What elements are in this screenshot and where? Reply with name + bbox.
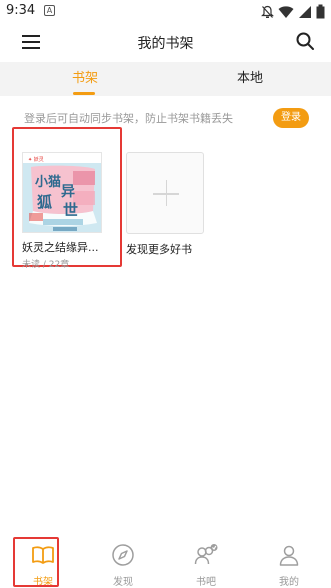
- page-title: 我的书架: [137, 36, 194, 52]
- battery-icon: [316, 4, 325, 19]
- sync-tip-text: 登录后可自动同步书架，防止书架书籍丢失: [24, 112, 233, 125]
- tab-local[interactable]: 本地: [195, 62, 305, 96]
- login-button[interactable]: 登录: [273, 108, 309, 128]
- status-icons: [261, 4, 325, 19]
- notification-letter-icon: A: [44, 5, 55, 16]
- nav-label-discover: 发现: [113, 577, 133, 588]
- svg-text:✦ 妖灵: ✦ 妖灵: [28, 156, 44, 163]
- book-title: 妖灵之结缘异...: [22, 241, 99, 254]
- book-cover: ✦ 妖灵 小猫 狐 异 世: [22, 152, 102, 233]
- notifications-off-icon: [261, 5, 274, 18]
- group-chat-icon: [194, 544, 218, 565]
- signal-icon: [299, 5, 311, 18]
- book-item[interactable]: ✦ 妖灵 小猫 狐 异 世 妖灵之结缘异... 未读 / 22章: [22, 152, 102, 270]
- nav-item-forum[interactable]: 书吧: [175, 535, 237, 588]
- status-bar: 9:34 A: [0, 0, 331, 24]
- cover-char-3: 异: [61, 184, 75, 200]
- cover-char-4: 世: [63, 201, 79, 219]
- tab-bar: 书架 本地: [0, 62, 331, 96]
- nav-label-mine: 我的: [279, 577, 299, 588]
- compass-icon: [112, 544, 134, 566]
- cover-char-2: 狐: [37, 193, 53, 211]
- add-book-label: 发现更多好书: [126, 243, 192, 256]
- person-icon: [279, 545, 299, 566]
- nav-label-forum: 书吧: [196, 577, 216, 588]
- nav-item-mine[interactable]: 我的: [258, 535, 320, 588]
- tab-bookshelf[interactable]: 书架: [30, 62, 140, 96]
- app-bar: 我的书架: [0, 26, 331, 58]
- cover-char-1: 小猫: [35, 175, 62, 190]
- active-tab-indicator: [73, 92, 95, 95]
- wifi-icon: [278, 5, 294, 18]
- search-icon[interactable]: [295, 31, 315, 51]
- status-time: 9:34: [6, 3, 36, 18]
- add-book-button[interactable]: [126, 152, 204, 234]
- nav-highlight-frame: [13, 537, 59, 587]
- book-progress: 未读 / 22章: [22, 260, 70, 270]
- nav-item-discover[interactable]: 发现: [92, 535, 154, 588]
